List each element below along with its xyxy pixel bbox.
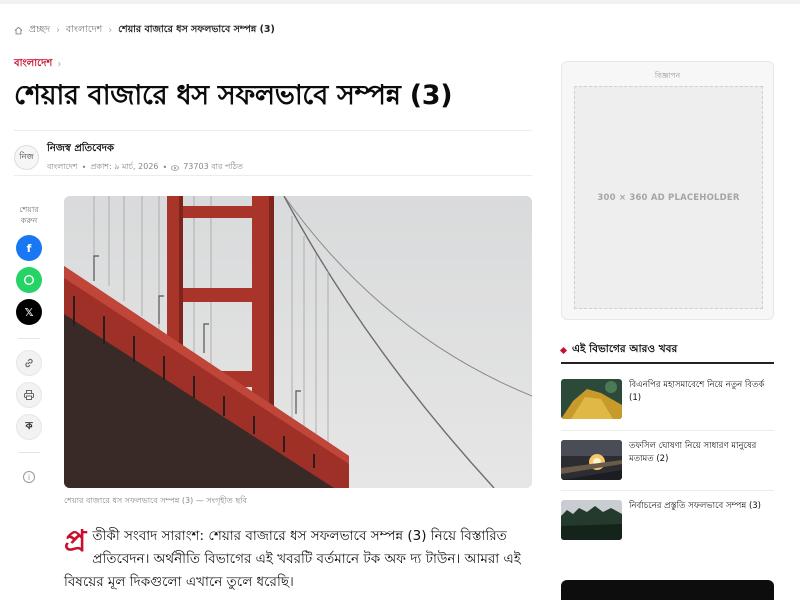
related-item[interactable]: নির্বাচনের প্রস্তুতি সফলভাবে সম্পন্ন (3): [561, 500, 774, 540]
related-thumbnail[interactable]: [561, 440, 622, 480]
publish-date: প্রকাশ: ৯ মার্চ, 2026: [90, 162, 159, 171]
divider: [561, 430, 774, 431]
bullet: •: [81, 163, 87, 172]
x-share-button[interactable]: 𝕏: [16, 299, 42, 325]
font-toggle-button[interactable]: ক: [16, 414, 42, 440]
dropcap: প্র: [64, 524, 87, 559]
eye-icon: [171, 164, 180, 171]
breadcrumb-home[interactable]: প্রচ্ছদ: [29, 23, 50, 38]
related-heading-text: এই বিভাগের আরও খবর: [572, 343, 678, 355]
article-image: [64, 196, 532, 488]
bullet: •: [162, 163, 168, 172]
facebook-icon: f: [26, 241, 32, 255]
divider: [18, 338, 40, 339]
avatar[interactable]: নিজ: [14, 145, 39, 170]
category-label[interactable]: বাংলাদেশ ›: [14, 56, 61, 73]
related-item[interactable]: বিএনপির মহাসমাবেশে নিয়ে নতুন বিতর্ক (1): [561, 379, 774, 419]
share-label: শেয়ার করুন: [19, 205, 39, 225]
related-heading: এই বিভাগের আরও খবর: [559, 342, 774, 359]
ad-placeholder[interactable]: 300 × 360 AD PLACEHOLDER: [574, 86, 763, 309]
breadcrumb-separator: ›: [108, 25, 113, 36]
category-text: বাংলাদেশ: [14, 58, 53, 69]
image-caption: শেয়ার বাজারে ধস সফলভাবে সম্পন্ন (3) — স…: [64, 496, 247, 505]
breadcrumb-current: শেয়ার বাজারে ধস সফলভাবে সম্পন্ন (3): [118, 24, 275, 35]
related-title[interactable]: তফসিল ঘোষণা নিয়ে সাধারণ মানুষের মতামত (…: [629, 440, 774, 480]
divider: [14, 175, 532, 176]
divider: [18, 452, 40, 453]
whatsapp-icon: [23, 274, 35, 286]
top-border: [0, 0, 800, 4]
related-title[interactable]: বিএনপির মহাসমাবেশে নিয়ে নতুন বিতর্ক (1): [629, 379, 774, 419]
whatsapp-share-button[interactable]: [16, 267, 42, 293]
print-button[interactable]: [16, 382, 42, 408]
author-block: নিজ নিজস্ব প্রতিবেদক বাংলাদেশ • প্রকাশ: …: [14, 141, 243, 174]
breadcrumb-section[interactable]: বাংলাদেশ: [66, 23, 102, 38]
lead-text: তীকী সংবাদ সারাংশ: শেয়ার বাজারে ধস সফলভ…: [64, 528, 521, 590]
divider: [561, 490, 774, 491]
copy-link-button[interactable]: [16, 350, 42, 376]
home-icon[interactable]: [14, 26, 23, 35]
link-icon: [25, 358, 33, 368]
related-thumbnail[interactable]: [561, 500, 622, 540]
related-thumbnail[interactable]: [561, 379, 622, 419]
x-icon: 𝕏: [24, 305, 34, 319]
breadcrumb-separator: ›: [56, 25, 60, 36]
diamond-icon: [559, 346, 568, 355]
bridge-photo: [64, 196, 532, 488]
ad-box: বিজ্ঞাপন 300 × 360 AD PLACEHOLDER: [561, 61, 774, 320]
article-meta: বাংলাদেশ • প্রকাশ: ৯ মার্চ, 2026 • 73703…: [47, 161, 243, 174]
breadcrumb: প্রচ্ছদ › বাংলাদেশ › শেয়ার বাজারে ধস সফ…: [14, 23, 275, 38]
info-icon[interactable]: i: [23, 471, 35, 483]
related-item[interactable]: তফসিল ঘোষণা নিয়ে সাধারণ মানুষের মতামত (…: [561, 440, 774, 480]
page-title: শেয়ার বাজারে ধস সফলভাবে সম্পন্ন (3): [14, 80, 453, 111]
divider: [561, 362, 774, 364]
meta-section: বাংলাদেশ: [47, 162, 78, 171]
font-label: ক: [25, 420, 33, 432]
view-count: 73703 বার পঠিত: [183, 162, 243, 171]
dark-widget: [561, 580, 774, 600]
article-lead: প্র তীকী সংবাদ সারাংশ: শেয়ার বাজারে ধস …: [64, 525, 534, 594]
divider: [14, 130, 532, 131]
facebook-share-button[interactable]: f: [16, 235, 42, 261]
ad-label: বিজ্ঞাপন: [654, 71, 681, 80]
printer-icon: [24, 390, 34, 400]
author-name[interactable]: নিজস্ব প্রতিবেদক: [47, 141, 243, 158]
chevron-right-icon: ›: [57, 59, 62, 70]
related-title[interactable]: নির্বাচনের প্রস্তুতি সফলভাবে সম্পন্ন (3): [629, 500, 761, 540]
